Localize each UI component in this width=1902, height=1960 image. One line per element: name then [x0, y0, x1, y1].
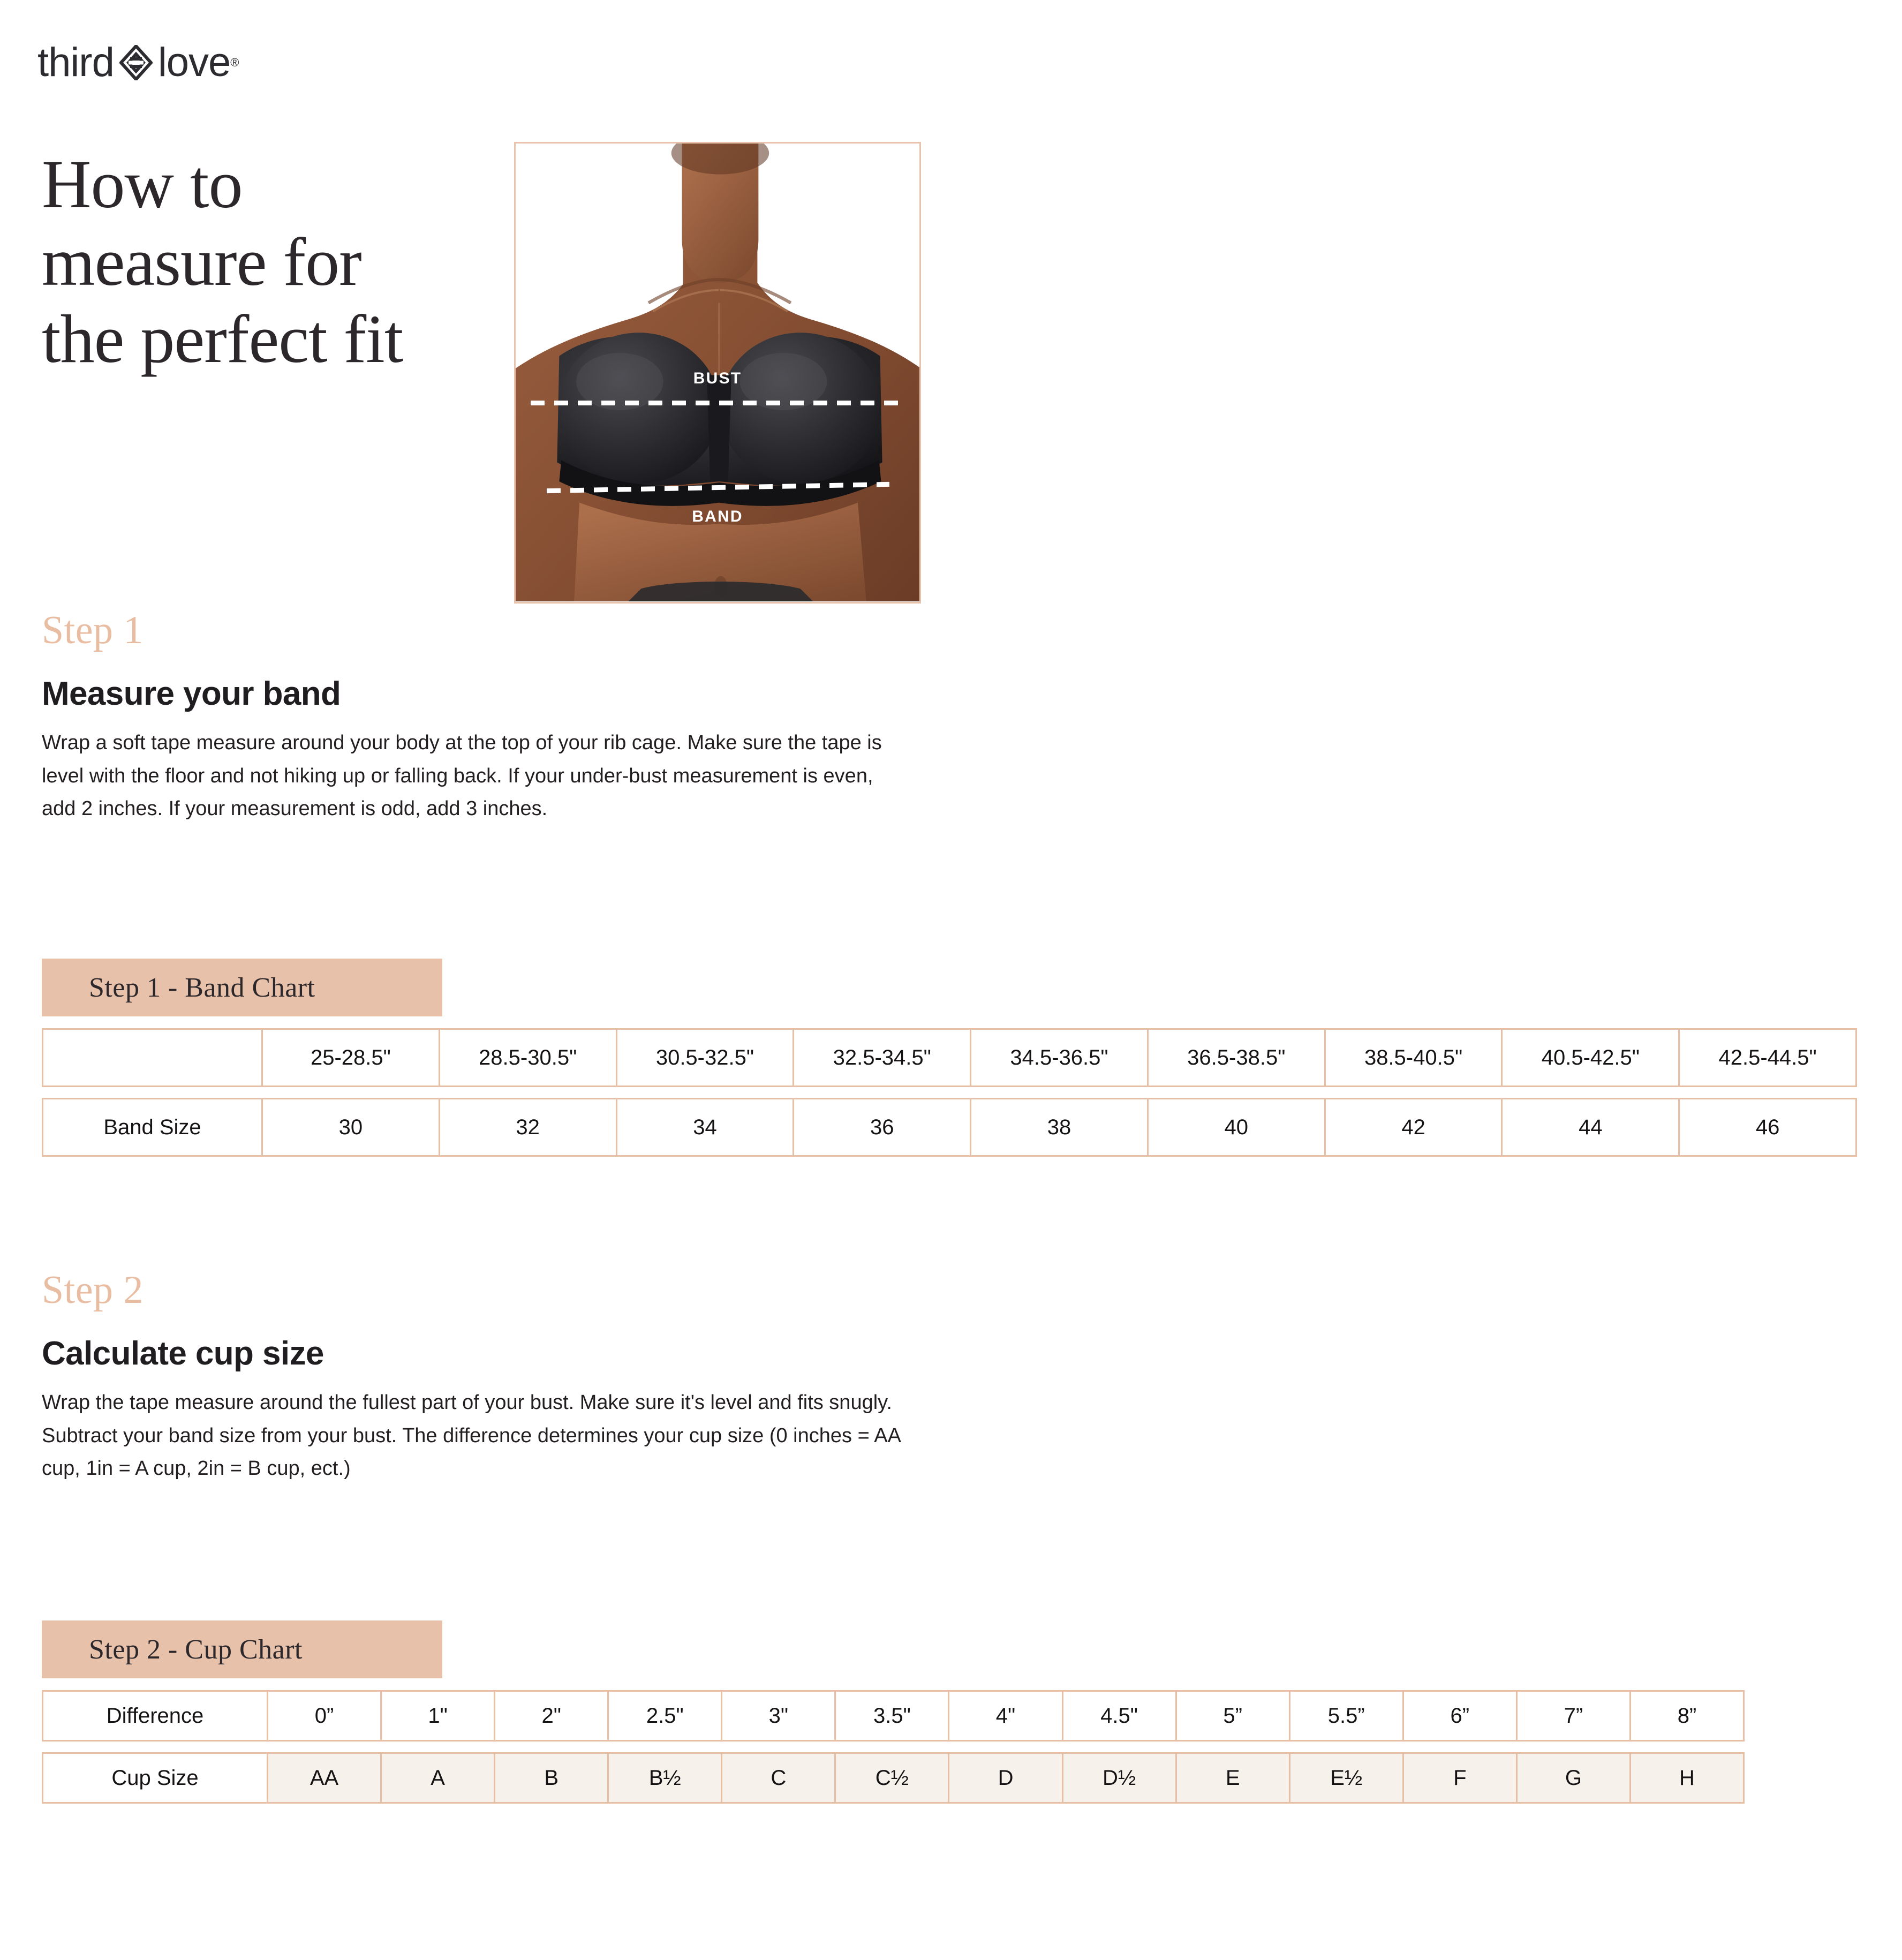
band-size-cell: 38: [971, 1099, 1149, 1155]
step-2-kicker: Step 2: [42, 1268, 144, 1312]
cup-size-cell: AA: [268, 1754, 382, 1802]
step-1-body: Wrap a soft tape measure around your bod…: [42, 732, 882, 820]
difference-cell: 6”: [1403, 1692, 1518, 1740]
band-measure-cell: 28.5-30.5": [440, 1030, 617, 1085]
brand-logo[interactable]: third love ®: [37, 40, 239, 85]
cup-size-cell: D½: [1063, 1754, 1177, 1802]
step-1-kicker: Step 1: [42, 608, 144, 652]
difference-cell: 4": [949, 1692, 1063, 1740]
step-2-heading: Calculate cup size: [42, 1335, 324, 1372]
cup-size-cell: C½: [836, 1754, 950, 1802]
band-size-cell: 40: [1148, 1099, 1326, 1155]
band-size-cell: 30: [263, 1099, 440, 1155]
band-label: BAND: [692, 508, 743, 525]
difference-cell: 8”: [1631, 1692, 1744, 1740]
bust-label: BUST: [693, 370, 742, 387]
cup-size-cell: G: [1517, 1754, 1631, 1802]
band-measure-cell: 42.5-44.5": [1680, 1030, 1856, 1085]
step-1-heading: Measure your band: [42, 675, 341, 712]
difference-cell: 7”: [1517, 1692, 1631, 1740]
difference-cell: 4.5": [1063, 1692, 1177, 1740]
step-1-section: Step 1 Measure your band Wrap a soft tap…: [42, 610, 920, 826]
band-size-cell: 46: [1680, 1099, 1856, 1155]
difference-cell: 2.5": [609, 1692, 723, 1740]
cup-size-cell: D: [949, 1754, 1063, 1802]
cup-chart-title: Step 2 - Cup Chart: [42, 1620, 442, 1678]
cup-chart: Step 2 - Cup Chart Difference 0” 1" 2" 2…: [42, 1620, 1745, 1804]
registered-mark: ®: [230, 56, 239, 69]
difference-cell: 3.5": [836, 1692, 950, 1740]
page-title: How to measure for the perfect fit: [42, 146, 403, 378]
brand-name-first: third: [37, 40, 115, 85]
brand-name-second: love: [157, 40, 231, 85]
band-measure-cell: 32.5-34.5": [794, 1030, 972, 1085]
cup-size-cell: A: [382, 1754, 496, 1802]
difference-cell: 1": [382, 1692, 496, 1740]
cup-size-cell: B½: [609, 1754, 723, 1802]
thirdlove-diamond-logo-icon: [118, 43, 153, 82]
table-row: Difference 0” 1" 2" 2.5" 3" 3.5" 4" 4.5"…: [42, 1690, 1745, 1742]
cup-size-cell: H: [1631, 1754, 1744, 1802]
band-measure-cell: 36.5-38.5": [1148, 1030, 1326, 1085]
band-chart-measure-row-label: [43, 1030, 263, 1085]
band-measure-cell: 38.5-40.5": [1325, 1030, 1503, 1085]
difference-cell: 5.5”: [1290, 1692, 1404, 1740]
band-size-cell: 42: [1325, 1099, 1503, 1155]
cup-size-cell: C: [722, 1754, 836, 1802]
bust-measure-dashed-line: [531, 401, 905, 405]
step-2-section: Step 2 Calculate cup size Wrap the tape …: [42, 1270, 920, 1486]
band-size-cell: 32: [440, 1099, 617, 1155]
band-size-cell: 34: [617, 1099, 795, 1155]
table-row: Cup Size AA A B B½ C C½ D D½ E E½ F G H: [42, 1752, 1745, 1804]
cup-size-cell: B: [495, 1754, 609, 1802]
difference-cell: 3": [722, 1692, 836, 1740]
cup-size-cell: E½: [1290, 1754, 1404, 1802]
difference-row-label: Difference: [43, 1692, 268, 1740]
band-size-row-label: Band Size: [43, 1099, 263, 1155]
measurement-diagram-photo: BUST BAND: [514, 142, 921, 604]
band-measure-cell: 30.5-32.5": [617, 1030, 795, 1085]
step-2-body: Wrap the tape measure around the fullest…: [42, 1391, 900, 1480]
difference-cell: 0”: [268, 1692, 382, 1740]
band-measure-cell: 40.5-42.5": [1503, 1030, 1680, 1085]
difference-cell: 2": [495, 1692, 609, 1740]
cup-size-cell: F: [1403, 1754, 1518, 1802]
table-row: Band Size 30 32 34 36 38 40 42 44 46: [42, 1098, 1857, 1157]
band-measure-cell: 34.5-36.5": [971, 1030, 1149, 1085]
difference-cell: 5”: [1176, 1692, 1290, 1740]
band-measure-cell: 25-28.5": [263, 1030, 440, 1085]
band-chart: Step 1 - Band Chart 25-28.5" 28.5-30.5" …: [42, 959, 1857, 1157]
band-size-cell: 44: [1503, 1099, 1680, 1155]
cup-size-row-label: Cup Size: [43, 1754, 268, 1802]
table-row: 25-28.5" 28.5-30.5" 30.5-32.5" 32.5-34.5…: [42, 1028, 1857, 1087]
band-chart-title: Step 1 - Band Chart: [42, 959, 442, 1016]
cup-size-cell: E: [1176, 1754, 1290, 1802]
band-size-cell: 36: [794, 1099, 972, 1155]
